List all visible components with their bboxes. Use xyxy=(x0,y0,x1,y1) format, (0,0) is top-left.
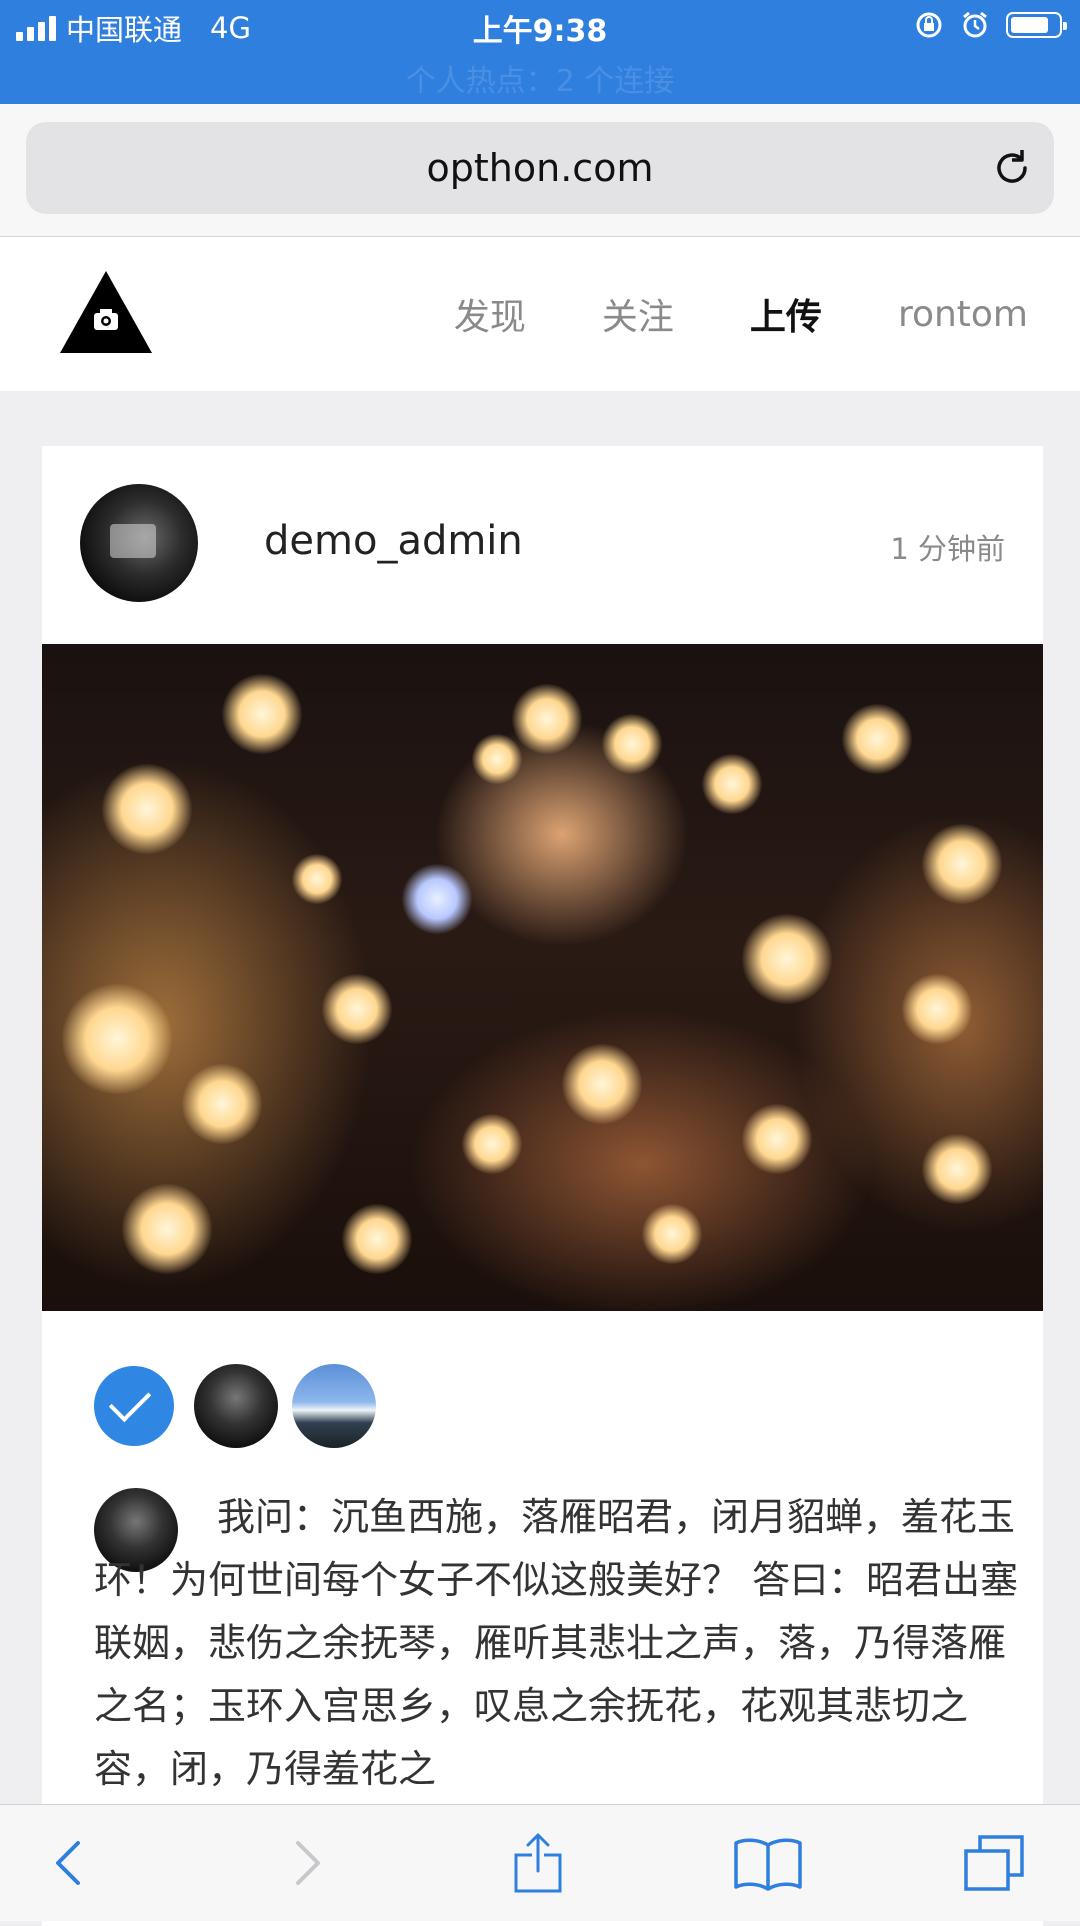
liked-check-icon[interactable] xyxy=(94,1366,174,1446)
post-card: demo_admin 1 分钟前 我问：沉鱼西施，落雁昭君，闭月貂蝉，羞花玉环！… xyxy=(42,446,1043,1926)
alarm-icon xyxy=(963,11,987,38)
battery-icon xyxy=(1006,12,1067,38)
browser-address-area: opthon.com xyxy=(0,104,1080,237)
nav-item-user[interactable]: rontom xyxy=(898,294,1028,335)
tabs-icon[interactable] xyxy=(962,1833,1028,1893)
back-icon[interactable] xyxy=(40,1833,100,1893)
battery-fill xyxy=(1011,17,1048,33)
nav-item-upload[interactable]: 上传 xyxy=(750,288,822,340)
likes-row xyxy=(94,1364,376,1448)
post-caption: 我问：沉鱼西施，落雁昭君，闭月貂蝉，羞花玉环！为何世间每个女子不似这般美好？ 答… xyxy=(94,1495,1019,1791)
nav-item-follow[interactable]: 关注 xyxy=(602,288,674,340)
hotspot-banner[interactable]: 个人热点：2 个连接 xyxy=(0,56,1080,100)
address-bar[interactable]: opthon.com xyxy=(26,122,1054,214)
url-text[interactable]: opthon.com xyxy=(26,122,1054,214)
camera-triangle-logo[interactable] xyxy=(60,271,152,353)
status-right xyxy=(914,10,1067,40)
nav-item-discover[interactable]: 发现 xyxy=(454,288,526,340)
author-username[interactable]: demo_admin xyxy=(264,518,523,564)
browser-toolbar xyxy=(0,1804,1080,1921)
status-bar: 中国联通 4G 上午9:38 个人热点：2 个连接 xyxy=(0,0,1080,104)
reload-icon[interactable] xyxy=(990,146,1034,190)
liker-avatar[interactable] xyxy=(194,1364,278,1448)
author-avatar[interactable] xyxy=(80,484,198,602)
rotation-lock-icon xyxy=(916,12,942,38)
bookmarks-icon[interactable] xyxy=(732,1833,804,1893)
post-photo[interactable] xyxy=(42,644,1043,1311)
post-time: 1 分钟前 xyxy=(890,532,1005,566)
nav-items: 发现 关注 上传 rontom xyxy=(378,237,1028,391)
share-icon[interactable] xyxy=(508,1833,568,1893)
forward-icon[interactable] xyxy=(276,1833,336,1893)
liker-avatar[interactable] xyxy=(292,1364,376,1448)
site-nav: 发现 关注 上传 rontom xyxy=(0,237,1080,391)
